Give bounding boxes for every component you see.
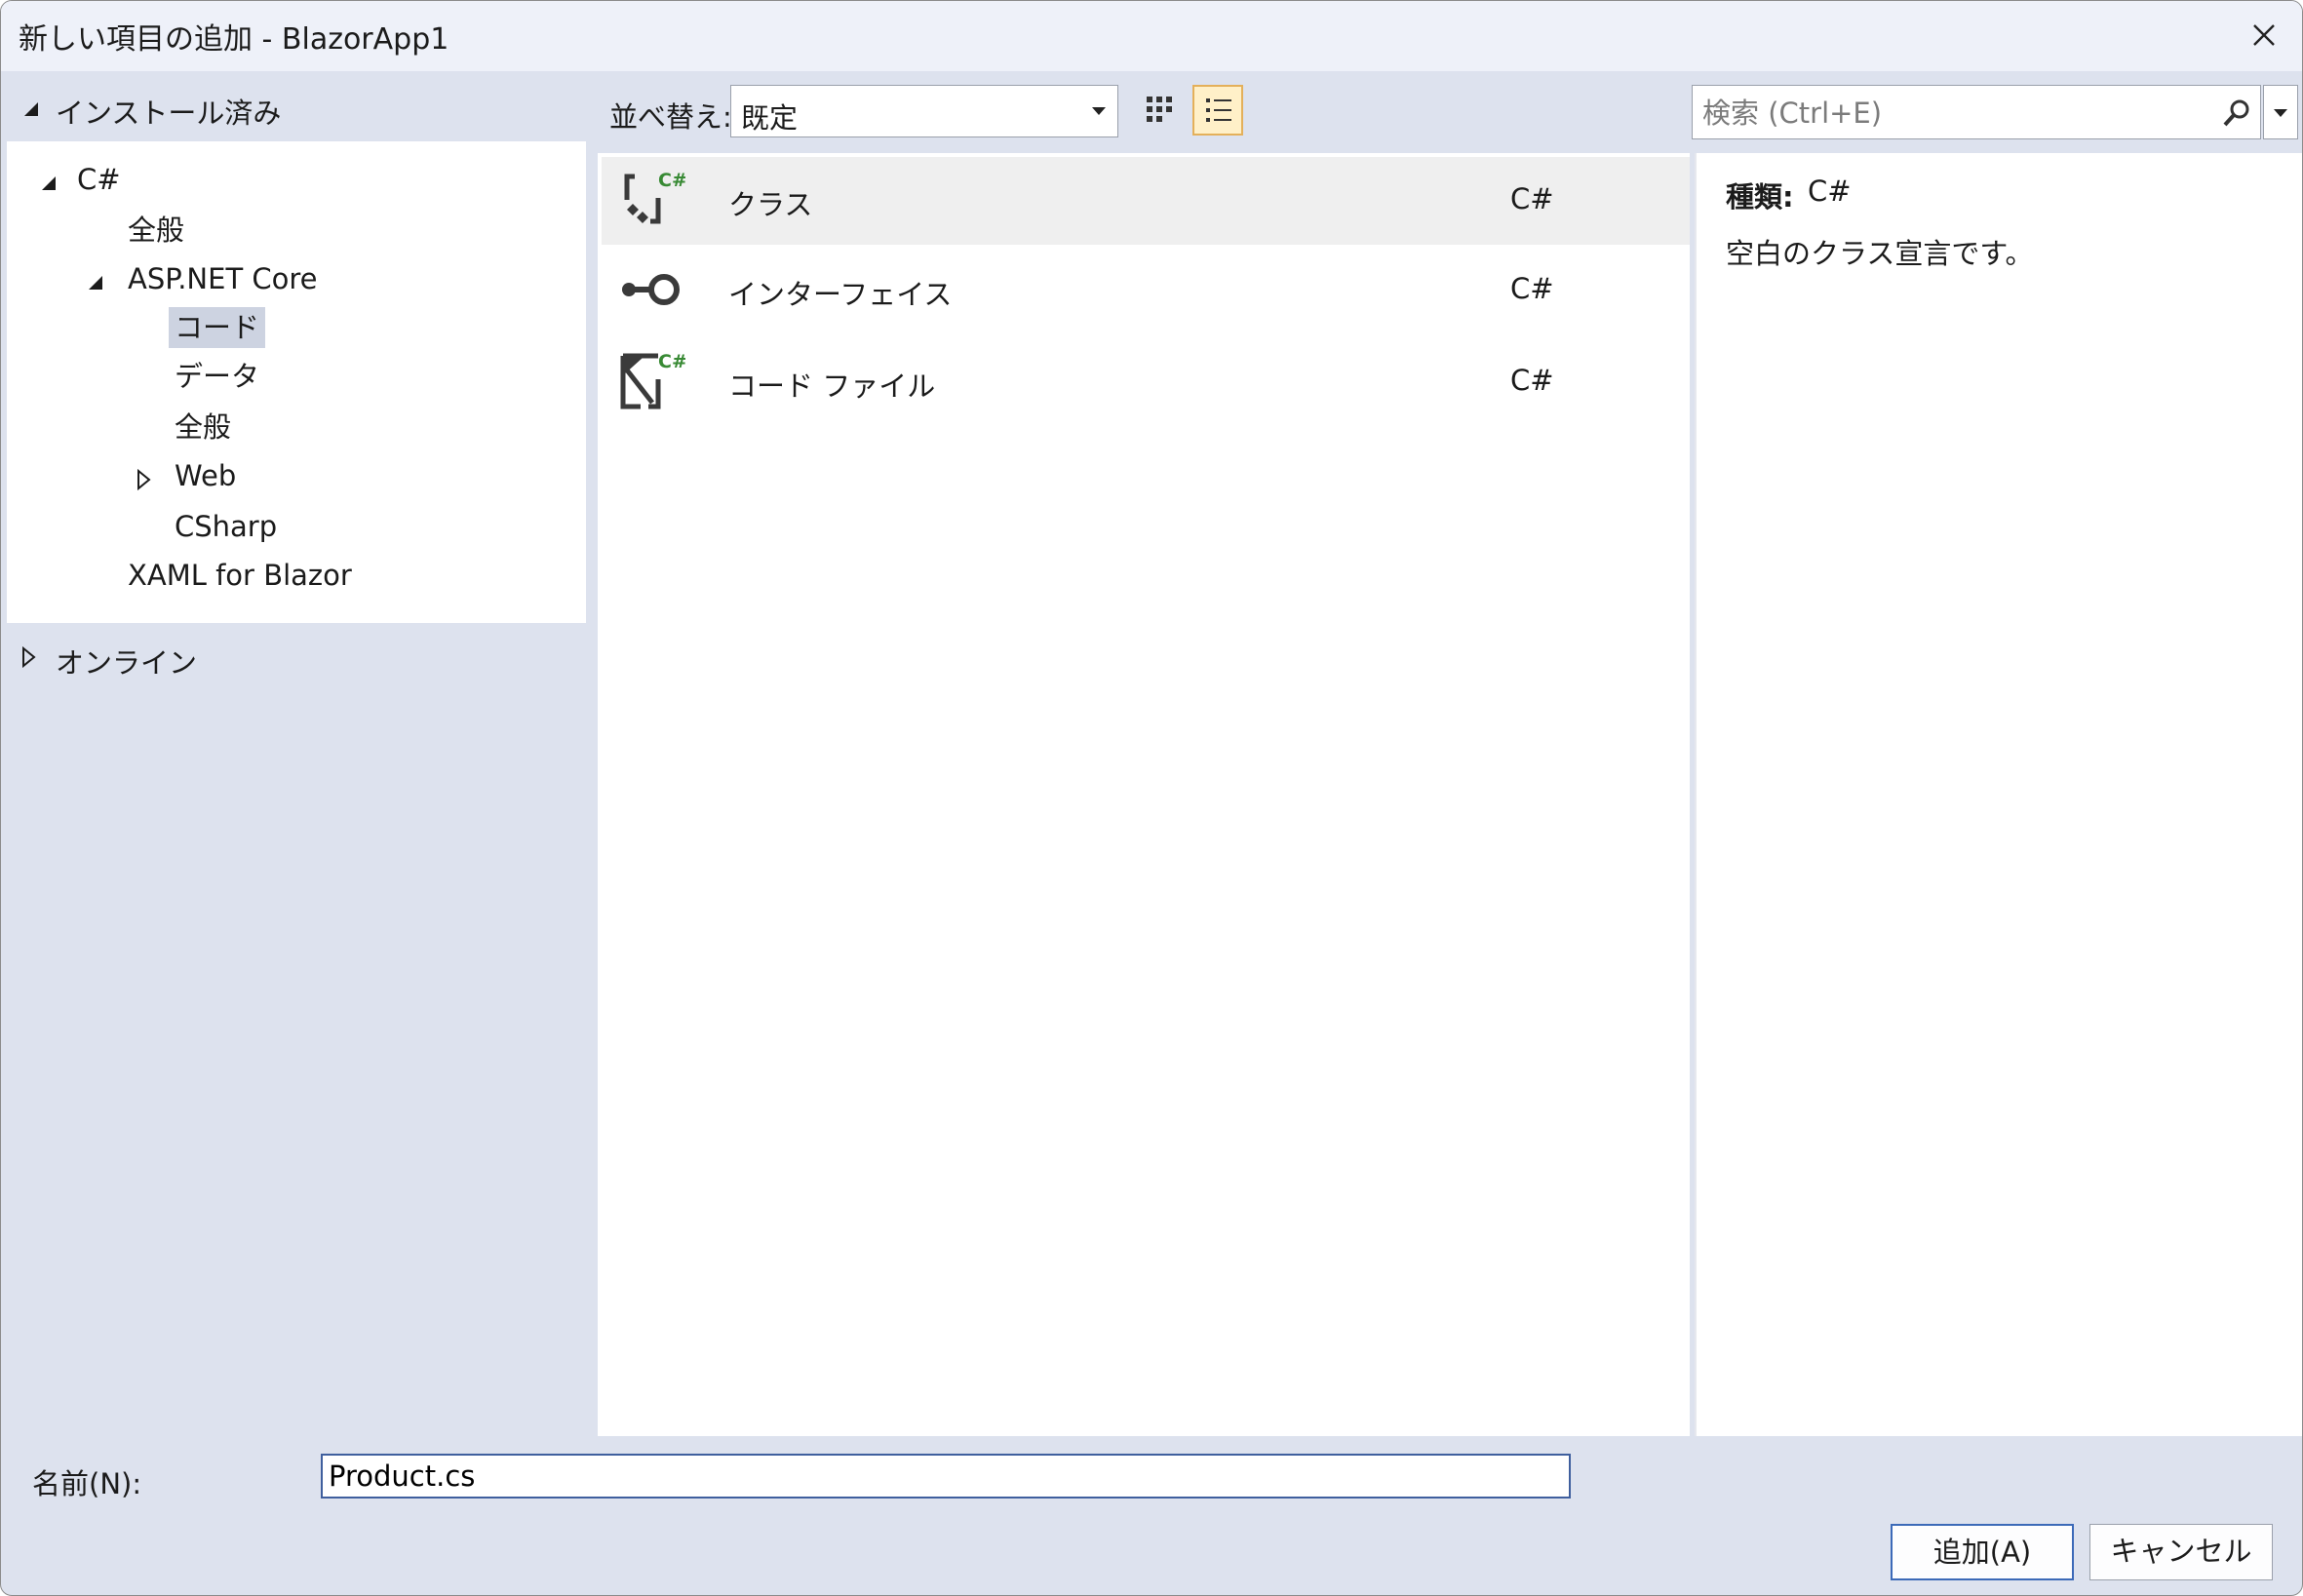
list-item-interface[interactable]: インターフェイス C# [602,247,1690,334]
template-list: C# クラス C# インターフェイス C# C# コード ファイル C# [598,153,1690,1436]
template-name: コード ファイル [728,370,936,403]
template-description: 空白のクラス宣言です。 [1726,237,2034,270]
template-name: クラス [728,188,813,221]
online-label: オンライン [56,646,198,680]
chevron-down-icon [2274,109,2287,117]
collapsed-triangle-icon [22,646,36,668]
expanded-triangle-icon [24,102,38,116]
interface-icon [622,274,680,305]
small-icons-view-button[interactable] [1134,85,1185,136]
sort-dropdown[interactable]: 既定 [730,85,1118,137]
template-language: C# [1510,272,1554,305]
close-button[interactable] [2240,13,2288,58]
svg-text:C#: C# [658,170,685,191]
class-icon: C# [624,170,685,224]
tree-item-csharp-folder[interactable]: CSharp [169,506,283,547]
tree-item-aspnet-core[interactable]: ASP.NET Core [122,258,324,299]
code-file-icon: C# [620,351,685,409]
window-title: 新しい項目の追加 - BlazorApp1 [19,22,449,57]
tree-item-general[interactable]: 全般 [122,210,190,251]
expanded-triangle-icon[interactable] [87,274,104,292]
expanded-triangle-icon[interactable] [40,175,58,192]
tree-item-general-sub[interactable]: 全般 [169,407,237,448]
grid-view-icon [1147,97,1172,122]
sort-label: 並べ替え: [609,100,732,134]
sort-value: 既定 [741,101,799,135]
template-name: インターフェイス [728,278,953,311]
list-item-code-file[interactable]: C# コード ファイル C# [602,338,1690,426]
list-view-icon [1206,98,1231,122]
type-value: C# [1808,175,1852,208]
tree-item-csharp[interactable]: C# [71,159,127,200]
search-icon[interactable] [2221,97,2252,129]
list-view-button[interactable] [1192,85,1243,136]
list-item-class[interactable]: C# クラス C# [602,157,1690,245]
tree-item-web[interactable]: Web [169,455,242,496]
svg-text:C#: C# [658,351,685,372]
tree-item-xaml-for-blazor[interactable]: XAML for Blazor [122,555,358,596]
template-language: C# [1510,182,1554,215]
search-box[interactable] [1692,85,2261,139]
chevron-down-icon [1092,107,1106,115]
installed-label: インストール済み [56,97,282,130]
add-new-item-dialog: 新しい項目の追加 - BlazorApp1 インストール済み C# 全般 ASP… [0,0,2303,1596]
type-label: 種類: [1726,180,1794,214]
add-button[interactable]: 追加(A) [1891,1524,2074,1580]
collapsed-triangle-icon[interactable] [136,469,151,490]
tree-item-code[interactable]: コード [169,307,266,348]
category-tree: C# 全般 ASP.NET Core コード データ 全般 Web CSharp… [7,141,586,623]
search-input[interactable] [1700,94,2192,133]
details-panel: 種類: C# 空白のクラス宣言です。 [1695,153,2302,1436]
search-options-dropdown[interactable] [2263,85,2298,139]
close-icon [2253,24,2275,46]
title-bar: 新しい項目の追加 - BlazorApp1 [1,1,2302,71]
cancel-button[interactable]: キャンセル [2089,1524,2273,1580]
file-name-input[interactable] [321,1454,1571,1499]
tree-item-data[interactable]: データ [169,356,265,397]
template-language: C# [1510,364,1554,397]
online-section-header[interactable]: オンライン [19,641,311,680]
name-label: 名前(N): [32,1467,142,1500]
